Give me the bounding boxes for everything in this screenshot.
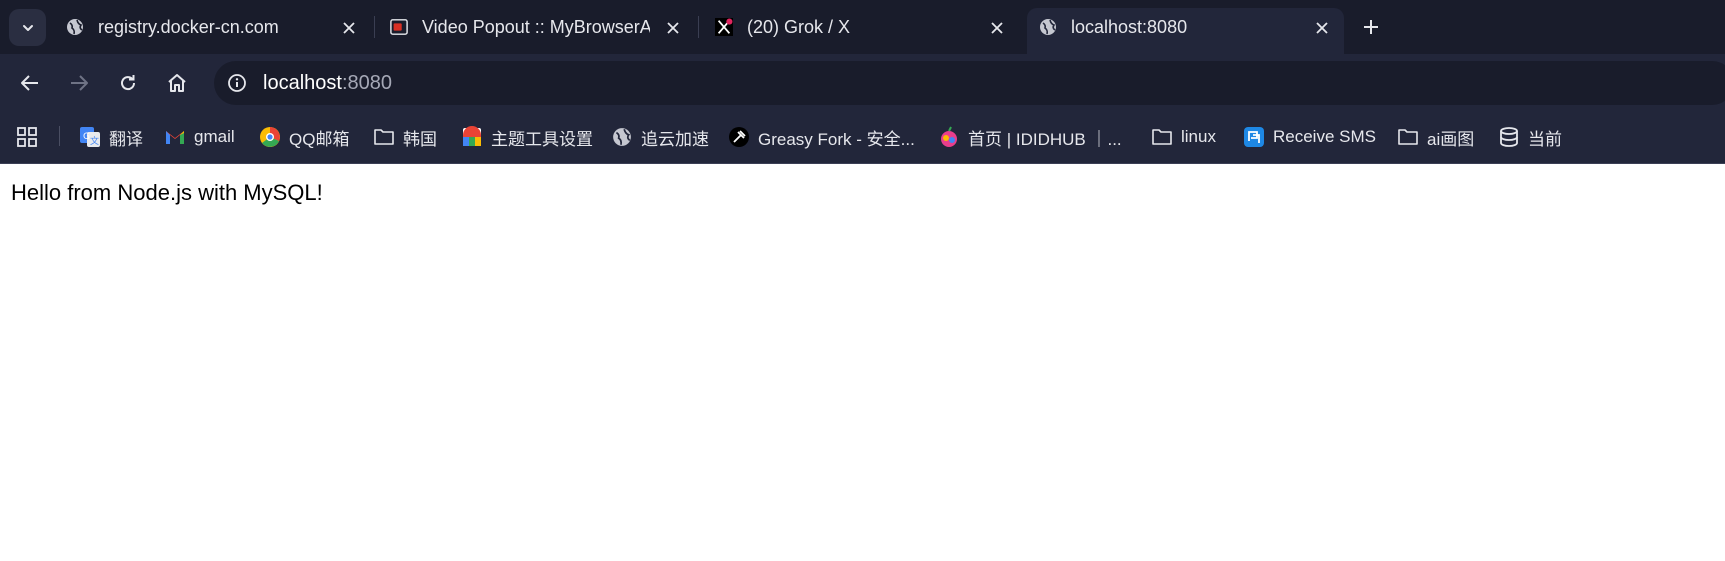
- google-translate-icon: G文: [79, 126, 101, 148]
- globe-icon: [1039, 18, 1057, 36]
- chevron-down-icon: [22, 24, 33, 31]
- x-logo-icon: [715, 18, 733, 36]
- close-icon[interactable]: [662, 17, 684, 39]
- url-host: localhost: [263, 72, 342, 94]
- bookmark-label: 当前: [1528, 129, 1562, 149]
- folder-icon: [1151, 126, 1173, 148]
- arrow-right-icon: [71, 75, 88, 91]
- bookmark-label: linux: [1181, 127, 1216, 146]
- bookmark-label: 韩国: [403, 129, 437, 149]
- bookmark-theme-tool[interactable]: 主题工具设置: [461, 124, 593, 150]
- folder-icon: [1397, 126, 1419, 148]
- theme-tool-icon: [461, 126, 483, 148]
- bookmark-label: Greasy Fork - 安全...: [758, 129, 915, 149]
- tab-title: localhost:8080: [1071, 17, 1188, 37]
- new-tab-button[interactable]: [1359, 15, 1383, 39]
- bookmark-label: 追云加速: [641, 129, 709, 149]
- bookmarks-separator: [59, 126, 60, 146]
- tab-grok[interactable]: (20) Grok / X: [703, 8, 1019, 54]
- page-message: Hello from Node.js with MySQL!: [11, 180, 323, 205]
- globe-icon: [66, 18, 84, 36]
- svg-text:G: G: [83, 132, 90, 142]
- bookmark-label: ai画图: [1427, 129, 1475, 149]
- close-icon[interactable]: [338, 17, 360, 39]
- plus-icon: [1364, 20, 1378, 34]
- svg-text:文: 文: [90, 135, 99, 147]
- url-port: :8080: [341, 72, 392, 94]
- arrow-left-icon: [21, 75, 38, 91]
- gmail-icon: [164, 126, 186, 148]
- tab-strip: registry.docker-cn.com Video Popout :: M…: [0, 0, 1725, 54]
- tab-title: (20) Grok / X: [747, 17, 851, 37]
- receive-sms-icon: [1243, 126, 1265, 148]
- forward-button[interactable]: [64, 68, 94, 98]
- bookmark-qq-mail[interactable]: QQ邮箱: [259, 124, 349, 150]
- tab-localhost[interactable]: localhost:8080: [1027, 8, 1344, 54]
- close-icon[interactable]: [1311, 17, 1333, 39]
- bookmark-translate[interactable]: G文 翻译: [79, 124, 143, 150]
- apps-button[interactable]: [16, 124, 38, 150]
- tab-separator: [698, 16, 699, 38]
- page-content: Hello from Node.js with MySQL!: [0, 165, 1725, 561]
- qq-mail-icon: [259, 126, 281, 148]
- tab-search-button[interactable]: [9, 9, 46, 46]
- bookmark-current[interactable]: 当前: [1498, 124, 1562, 150]
- address-bar[interactable]: localhost:8080: [214, 61, 1725, 105]
- tab-video-popout[interactable]: Video Popout :: MyBrowserAd: [378, 8, 694, 54]
- bookmark-folder-korea[interactable]: 韩国: [373, 124, 437, 150]
- folder-icon: [373, 126, 395, 148]
- video-popout-icon: [390, 18, 408, 36]
- home-button[interactable]: [162, 68, 192, 98]
- tab-separator: [374, 16, 375, 38]
- bookmark-label: QQ邮箱: [289, 129, 350, 149]
- idid-icon: [938, 126, 960, 148]
- database-icon: [1498, 126, 1520, 148]
- bookmark-gmail[interactable]: gmail: [164, 124, 235, 150]
- apps-grid-icon: [17, 127, 37, 147]
- bookmark-receive-sms[interactable]: Receive SMS: [1243, 124, 1376, 150]
- bookmark-label: gmail: [194, 127, 235, 146]
- close-icon[interactable]: [986, 17, 1008, 39]
- reload-button[interactable]: [113, 68, 143, 98]
- browser-toolbar: localhost:8080: [0, 54, 1725, 110]
- bookmark-label: 首页 | IDIDHUB ｜...: [968, 129, 1122, 149]
- url-text[interactable]: localhost:8080: [263, 72, 392, 95]
- bookmark-ididhub[interactable]: 首页 | IDIDHUB ｜...: [938, 124, 1122, 150]
- bookmark-zhuiyun[interactable]: 追云加速: [611, 124, 709, 150]
- reload-icon: [121, 75, 136, 91]
- greasy-fork-icon: [728, 126, 750, 148]
- bookmark-label: 主题工具设置: [491, 129, 593, 149]
- tab-registry[interactable]: registry.docker-cn.com: [54, 8, 370, 54]
- home-icon: [168, 74, 186, 92]
- bookmark-folder-linux[interactable]: linux: [1151, 124, 1216, 150]
- tab-title: registry.docker-cn.com: [98, 17, 279, 37]
- bookmark-greasy-fork[interactable]: Greasy Fork - 安全...: [728, 124, 915, 150]
- site-info-icon[interactable]: [226, 72, 248, 94]
- bookmark-label: Receive SMS: [1273, 127, 1376, 146]
- bookmark-label: 翻译: [109, 129, 143, 149]
- globe-icon: [611, 126, 633, 148]
- back-button[interactable]: [15, 68, 45, 98]
- bookmark-folder-ai[interactable]: ai画图: [1397, 124, 1474, 150]
- tab-title: Video Popout :: MyBrowserAd: [422, 17, 650, 37]
